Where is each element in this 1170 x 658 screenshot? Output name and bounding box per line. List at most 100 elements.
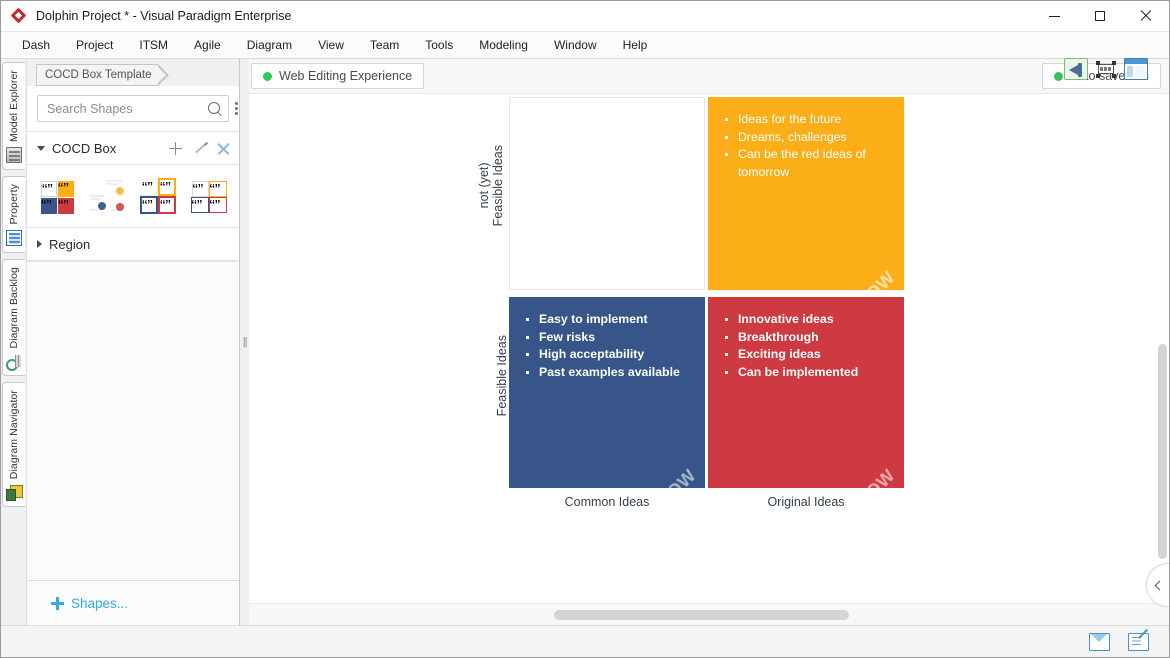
shape-thumb-cocd-box-outline-light[interactable] xyxy=(189,175,230,217)
list-item: High acceptability xyxy=(525,346,693,364)
scrollbar-thumb[interactable] xyxy=(554,610,849,620)
axis-label-y-top-line1: not (yet) xyxy=(477,162,491,209)
quadrant-item-list: Easy to implement Few risks High accepta… xyxy=(525,311,693,381)
list-item: Dreams, challenges xyxy=(724,129,892,147)
axis-label-y-top-line2: Feasible Ideas xyxy=(491,145,505,227)
menu-item-window[interactable]: Window xyxy=(541,34,610,56)
search-row xyxy=(27,86,239,132)
axis-label-y-bottom: Feasible Ideas xyxy=(495,335,509,417)
menu-item-agile[interactable]: Agile xyxy=(181,34,234,56)
panel-splitter[interactable]: || xyxy=(240,59,249,625)
sidebar-tab-diagram-navigator[interactable]: Diagram Navigator xyxy=(2,381,25,508)
sidebar-tab-diagram-backlog[interactable]: Diagram Backlog xyxy=(2,258,25,376)
shape-thumb-cocd-box-bubbles[interactable] xyxy=(88,175,129,217)
chevron-left-icon xyxy=(1154,580,1165,590)
menu-item-itsm[interactable]: ITSM xyxy=(126,34,181,56)
sidebar-tab-model-explorer[interactable]: Model Explorer xyxy=(2,62,25,171)
menu-item-diagram[interactable]: Diagram xyxy=(234,34,305,56)
sidebar-tab-property[interactable]: Property xyxy=(2,176,25,253)
menu-item-modeling[interactable]: Modeling xyxy=(466,34,541,56)
edit-note-icon[interactable] xyxy=(1128,632,1149,651)
quadrant-bottom-right[interactable]: Innovative ideas Breakthrough Exciting i… xyxy=(708,297,904,514)
maximize-button[interactable] xyxy=(1077,1,1123,32)
list-item: Easy to implement xyxy=(525,311,693,329)
plus-icon[interactable] xyxy=(169,141,182,155)
title-bar: Dolphin Project * - Visual Paradigm Ente… xyxy=(1,1,1169,32)
quadrant-item-list: Innovative ideas Breakthrough Exciting i… xyxy=(724,311,892,381)
tab-cocd-box-template[interactable]: COCD Box Template xyxy=(36,64,169,86)
plus-icon xyxy=(51,596,64,610)
sidebar-tab-label: Diagram Backlog xyxy=(8,266,20,348)
quadrant-bottom-left[interactable]: Easy to implement Few risks High accepta… xyxy=(509,297,705,511)
sidebar-tab-label: Diagram Navigator xyxy=(8,389,20,480)
shapes-panel: COCD Box Template COCD Box xyxy=(27,59,240,625)
search-icon[interactable] xyxy=(208,101,222,116)
menu-item-view[interactable]: View xyxy=(305,34,357,56)
web-editing-experience-label: Web Editing Experience xyxy=(279,69,413,83)
web-editing-experience-badge[interactable]: Web Editing Experience xyxy=(251,63,425,89)
top-right-toolbar xyxy=(1064,58,1148,80)
application-window: Dolphin Project * - Visual Paradigm Ente… xyxy=(0,0,1170,658)
search-shapes-box[interactable] xyxy=(37,95,229,122)
axis-label-x-right: Original Ideas xyxy=(767,495,845,509)
list-item: Ideas for the future xyxy=(724,111,892,129)
shape-thumb-cocd-box-outline[interactable] xyxy=(138,175,179,217)
menu-item-tools[interactable]: Tools xyxy=(412,34,466,56)
canvas-horizontal-scrollbar[interactable] xyxy=(249,603,1169,625)
status-bar xyxy=(1,625,1169,657)
fit-to-screen-icon[interactable] xyxy=(1094,58,1118,80)
group-header-region[interactable]: Region xyxy=(27,228,239,261)
chevron-right-icon[interactable] xyxy=(37,240,42,248)
group-header-cocd-box[interactable]: COCD Box xyxy=(27,132,239,165)
group-actions xyxy=(169,141,230,155)
main-body: Model Explorer Property Diagram Backlog … xyxy=(1,59,1169,625)
left-tab-strip: Model Explorer Property Diagram Backlog … xyxy=(1,59,27,625)
list-item: Past examples available xyxy=(525,364,693,382)
panel-layout-icon[interactable] xyxy=(1124,58,1148,80)
menu-item-help[interactable]: Help xyxy=(610,34,661,56)
shape-thumbnail-tray xyxy=(27,165,239,228)
close-icon xyxy=(1140,10,1152,22)
announcement-icon[interactable] xyxy=(1064,58,1088,80)
mail-icon[interactable] xyxy=(1089,632,1110,651)
list-item: Can be implemented xyxy=(724,364,892,382)
shapes-footer[interactable]: Shapes... xyxy=(27,580,239,625)
canvas-toolbar: Web Editing Experience Auto save: On xyxy=(249,59,1169,94)
minimize-button[interactable] xyxy=(1031,1,1077,32)
diagram-navigator-icon xyxy=(6,484,23,502)
canvas-column: Web Editing Experience Auto save: On not… xyxy=(249,59,1169,625)
model-explorer-icon xyxy=(6,147,22,164)
canvas-vertical-scrollbar[interactable] xyxy=(1155,129,1169,581)
axis-label-x-left: Common Ideas xyxy=(564,495,650,509)
menu-item-team[interactable]: Team xyxy=(357,34,412,56)
status-dot-icon xyxy=(1053,71,1063,81)
search-input[interactable] xyxy=(47,101,208,116)
chevron-down-icon[interactable] xyxy=(37,145,45,151)
diagram-backlog-icon xyxy=(6,353,22,371)
menu-item-project[interactable]: Project xyxy=(63,34,126,56)
close-button[interactable] xyxy=(1123,1,1169,32)
window-title: Dolphin Project * - Visual Paradigm Ente… xyxy=(36,9,292,23)
group-title: COCD Box xyxy=(52,140,117,156)
scrollbar-thumb[interactable] xyxy=(1158,344,1167,559)
list-item: Can be the red ideas of tomorrow xyxy=(724,146,892,181)
shape-thumb-cocd-box-filled[interactable] xyxy=(37,175,78,217)
list-item: Few risks xyxy=(525,329,693,347)
list-item: Breakthrough xyxy=(724,329,892,347)
menu-item-dash[interactable]: Dash xyxy=(9,34,63,56)
pencil-icon[interactable] xyxy=(193,142,206,155)
quadrant-top-left[interactable] xyxy=(509,97,705,290)
property-icon xyxy=(6,229,22,246)
shapes-link-label: Shapes... xyxy=(71,595,129,611)
vp-diamond-logo-icon xyxy=(10,7,27,24)
document-tab-strip: COCD Box Template xyxy=(27,59,239,86)
quadrant-top-right[interactable]: Ideas for the future Dreams, challenges … xyxy=(708,97,904,313)
minimize-icon xyxy=(1048,15,1060,17)
maximize-icon xyxy=(1095,11,1105,21)
close-x-icon[interactable] xyxy=(217,142,230,155)
tab-arrow-shape xyxy=(156,64,169,86)
shapes-panel-empty-area xyxy=(27,261,239,580)
kebab-menu-icon[interactable] xyxy=(235,102,238,115)
axis-label-y-top: not (yet) Feasible Ideas xyxy=(477,145,505,226)
diagram-canvas[interactable]: not (yet) Feasible Ideas Feasible Ideas … xyxy=(249,94,1169,603)
